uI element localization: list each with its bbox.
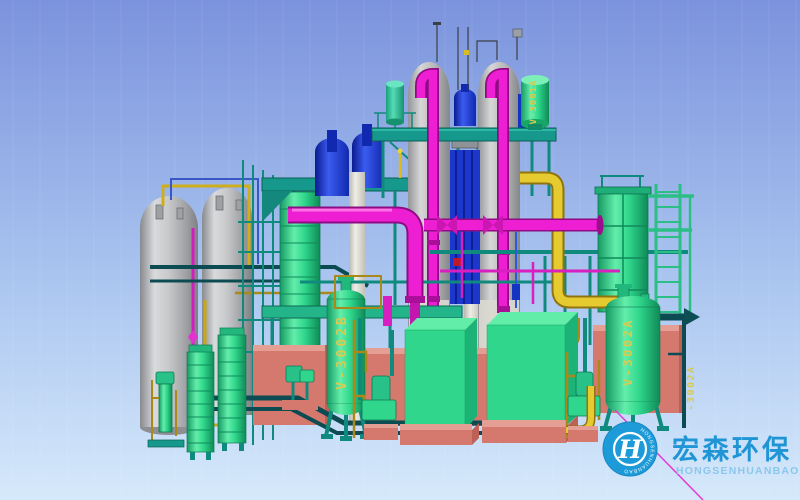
drum-teal [386,84,404,122]
pipe-flange [405,296,425,303]
green-blocks [400,312,578,445]
pipe-flange [427,296,440,302]
block-1-side [465,318,477,430]
label-v3002a: V-3002A [621,318,635,386]
vessel-v3002a: V-3002A [600,284,669,433]
block-2-top [487,312,578,325]
label-line-3002a: -3002A [686,365,697,410]
pipe-end-flange [597,215,604,235]
cad-render-viewport: V-3001A [0,0,800,500]
tank-nozzle [156,205,163,219]
exchanger-top-bar [595,187,651,194]
blue-vessel-mid [454,97,476,126]
pipe-flange [497,306,510,312]
pump-motor [372,376,390,402]
blue-valve [512,284,520,300]
block-1-front [405,330,465,430]
reactor-neck [327,130,337,152]
block-2-pedestal-top [482,420,566,427]
reactor-neck [362,124,372,146]
label-v3001a: V-3001A [529,80,539,125]
label-v3002b: V-3002B [335,314,350,390]
reactor-blue-1 [315,151,349,196]
magenta-pump-riser [383,296,392,326]
tank-nozzle [236,200,242,210]
plate-panel-1 [187,352,214,452]
plate-panel-2 [218,335,246,443]
block-1-pedestal-top [400,424,472,430]
logo-name-en: HONGSENHUANBAO [676,465,800,477]
logo-name-cn: 宏森环保 [672,434,792,465]
tank-nozzle [216,196,223,210]
tank-nozzle [177,208,183,219]
pipe-flange [427,240,440,245]
block-1-top [405,318,477,330]
logo-monogram: H [617,435,643,464]
pump-body [362,400,396,420]
block-2-pedestal [482,427,566,443]
block-2-front [487,325,565,427]
block-1-pedestal [400,430,472,445]
